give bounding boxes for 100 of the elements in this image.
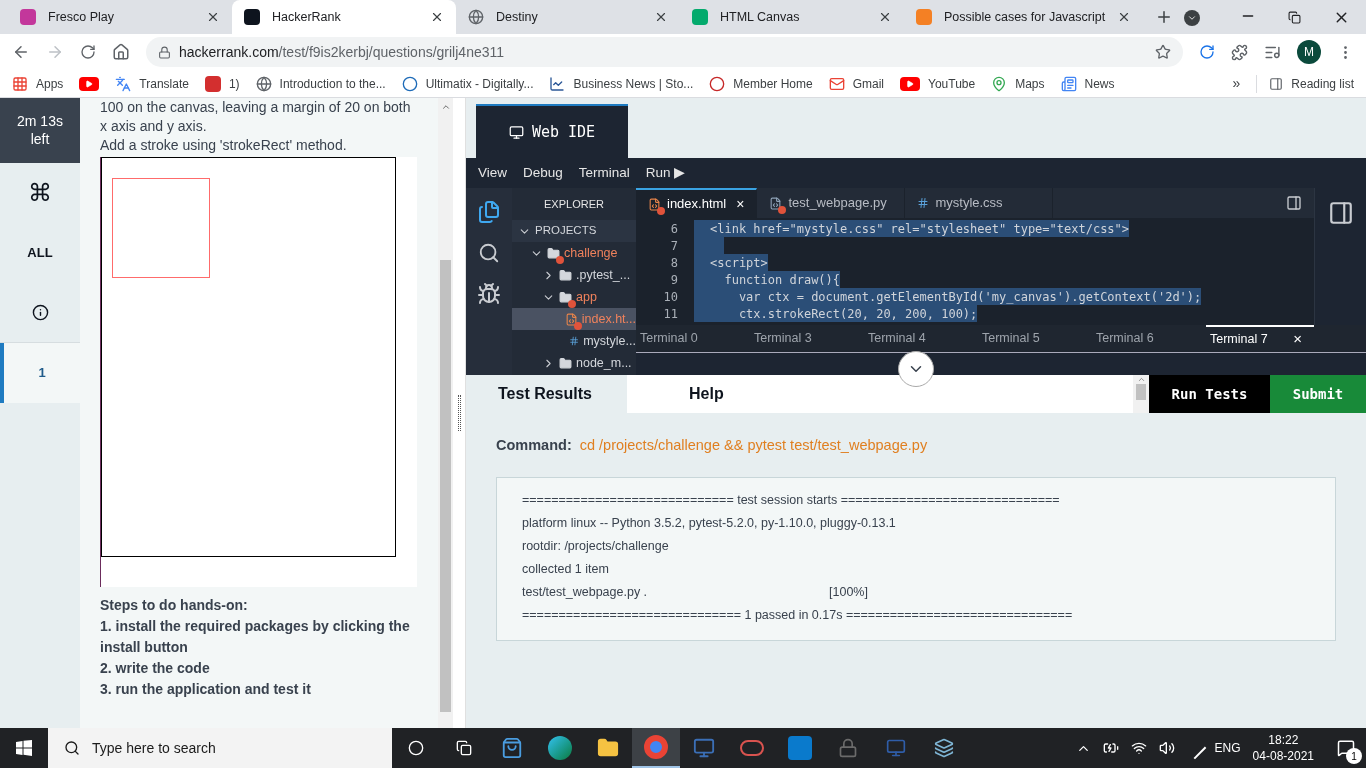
bookmark[interactable]: Gmail <box>828 74 885 93</box>
home-icon[interactable] <box>112 43 130 61</box>
line-number: 7 <box>669 237 679 255</box>
error-badge-icon <box>568 299 576 308</box>
volume-icon[interactable] <box>1158 740 1175 756</box>
terminal-tab[interactable]: Terminal 7 × <box>1206 325 1314 352</box>
bookmark[interactable]: YouTube <box>900 74 976 93</box>
results-tab[interactable]: Help <box>627 375 1133 413</box>
terminal-tab[interactable]: Terminal 4 <box>864 325 978 352</box>
bookmark[interactable]: Translate <box>115 74 189 93</box>
restore-icon[interactable] <box>1288 11 1301 24</box>
ide-tab[interactable]: Web IDE <box>476 104 628 158</box>
terminal-tab[interactable]: Terminal 3 <box>750 325 864 352</box>
profile-avatar[interactable]: M <box>1297 40 1321 64</box>
rail-item[interactable]: ⌘ <box>0 163 80 223</box>
editor-tab[interactable]: test_webpage.py <box>757 188 906 218</box>
terminal-tab[interactable]: Terminal 0 <box>636 325 750 352</box>
bookmark[interactable]: News <box>1060 74 1115 93</box>
reading-list-icon <box>1269 76 1284 91</box>
back-icon[interactable] <box>12 43 30 61</box>
bookmark[interactable] <box>79 76 100 91</box>
news-icon <box>1060 75 1077 92</box>
address-bar[interactable]: hackerrank.com/test/f9is2kerbj/questions/grilj4ne311 <box>146 37 1183 67</box>
error-badge-icon <box>657 206 665 215</box>
output-line: ============================== 1 passed in 0.17s =============================== <box>522 607 1073 625</box>
browser-tab[interactable]: Destiny <box>456 0 680 34</box>
clock[interactable]: 18:22 04-08-2021 <box>1252 732 1314 764</box>
bug-icon[interactable] <box>477 282 501 306</box>
submit-button[interactable]: Submit <box>1270 375 1366 413</box>
output-line: test/test_webpage.py . <box>522 584 649 602</box>
tree-item[interactable]: mystyle... <box>512 330 636 352</box>
language-indicator[interactable]: ENG <box>1214 739 1241 757</box>
taskbar-app[interactable] <box>632 728 680 768</box>
battery-icon[interactable] <box>1102 740 1119 756</box>
notification-button[interactable]: 1 <box>1326 728 1366 768</box>
browser-tab[interactable]: Fresco Play <box>8 0 232 34</box>
resize-handle[interactable] <box>457 395 461 431</box>
layout-icon[interactable] <box>1327 200 1354 226</box>
tree-item[interactable]: app <box>512 286 636 308</box>
menu-item[interactable]: Debug <box>523 162 563 184</box>
editor-tab[interactable]: index.html × <box>636 188 758 218</box>
timer: 2m 13s left <box>0 98 80 163</box>
tree-item[interactable]: challenge <box>512 242 636 264</box>
shopping-bag-icon <box>501 737 523 759</box>
editor-tab[interactable]: mystyle.css <box>905 188 1054 218</box>
menu-item[interactable]: Terminal <box>578 162 630 184</box>
extensions-icon[interactable] <box>1231 43 1248 61</box>
scroll-up-icon[interactable] <box>440 102 451 112</box>
extension-icon[interactable] <box>1199 44 1215 60</box>
line-number: 10 <box>662 288 679 306</box>
bookmark[interactable]: Introduction to the... <box>255 74 386 93</box>
browser-tab[interactable]: HackerRank <box>232 0 456 34</box>
files-icon[interactable] <box>477 200 501 224</box>
overflow-chevron[interactable]: » <box>1232 73 1241 94</box>
close-tab[interactable]: × <box>736 193 745 215</box>
terminal-tab[interactable]: Terminal 5 <box>978 325 1092 352</box>
scrollbar-thumb[interactable] <box>1136 384 1146 400</box>
browser-tab[interactable]: Possible cases for Javascript <box>904 0 1144 34</box>
close-icon[interactable] <box>878 10 892 24</box>
bookmark[interactable]: Member Home <box>709 74 813 93</box>
browser-tab[interactable]: HTML Canvas <box>680 0 904 34</box>
menu-item[interactable]: View <box>478 162 508 184</box>
tree-item[interactable]: PROJECTS <box>512 220 636 242</box>
reload-icon[interactable] <box>80 44 96 60</box>
run-tests-button[interactable]: Run Tests <box>1149 375 1270 413</box>
search-field[interactable]: Type here to search <box>48 728 392 768</box>
scrollbar-thumb[interactable] <box>440 260 451 712</box>
close-icon[interactable] <box>206 10 220 24</box>
wifi-icon[interactable] <box>1130 740 1147 756</box>
step-text: 1. install the required packages by clicking the install button <box>100 617 411 657</box>
step-text: 2. write the code <box>100 659 211 678</box>
terminal-tab[interactable]: Terminal 6 <box>1092 325 1206 352</box>
css-file-icon <box>917 197 930 209</box>
bookmark[interactable]: Apps <box>12 74 64 93</box>
menu-item[interactable]: Run ▶ <box>645 162 686 184</box>
site-logo-icon <box>244 9 260 25</box>
rail-item[interactable]: 1 <box>0 343 80 403</box>
search-icon[interactable] <box>478 242 500 264</box>
rail-item[interactable]: ALL <box>0 223 80 283</box>
folder-icon <box>559 356 572 370</box>
reading-list-button[interactable]: Reading list <box>1256 74 1354 93</box>
command-label: Command: <box>496 436 572 455</box>
python-file-icon <box>769 196 783 210</box>
tab-title: HTML Canvas <box>720 8 801 26</box>
close-icon[interactable] <box>430 10 444 24</box>
tree-item[interactable]: node_m... <box>512 352 636 374</box>
bookmark[interactable]: Ultimatix - Digitally... <box>401 74 534 93</box>
css-file-icon <box>569 335 580 347</box>
bookmark[interactable]: 1) <box>204 74 240 93</box>
monitor-icon <box>508 124 524 140</box>
close-icon[interactable] <box>654 10 668 24</box>
bookmark[interactable]: Maps <box>991 74 1045 93</box>
tree-item[interactable]: .pytest_... <box>512 264 636 286</box>
star-icon[interactable] <box>1155 44 1171 60</box>
close-tab[interactable]: × <box>1293 328 1302 351</box>
circle-icon[interactable] <box>408 740 424 756</box>
dropdown-icon[interactable] <box>1184 10 1200 26</box>
split-editor-icon[interactable] <box>1286 195 1302 211</box>
bookmark[interactable]: Business News | Sto... <box>549 74 694 93</box>
mail-icon <box>828 75 845 92</box>
